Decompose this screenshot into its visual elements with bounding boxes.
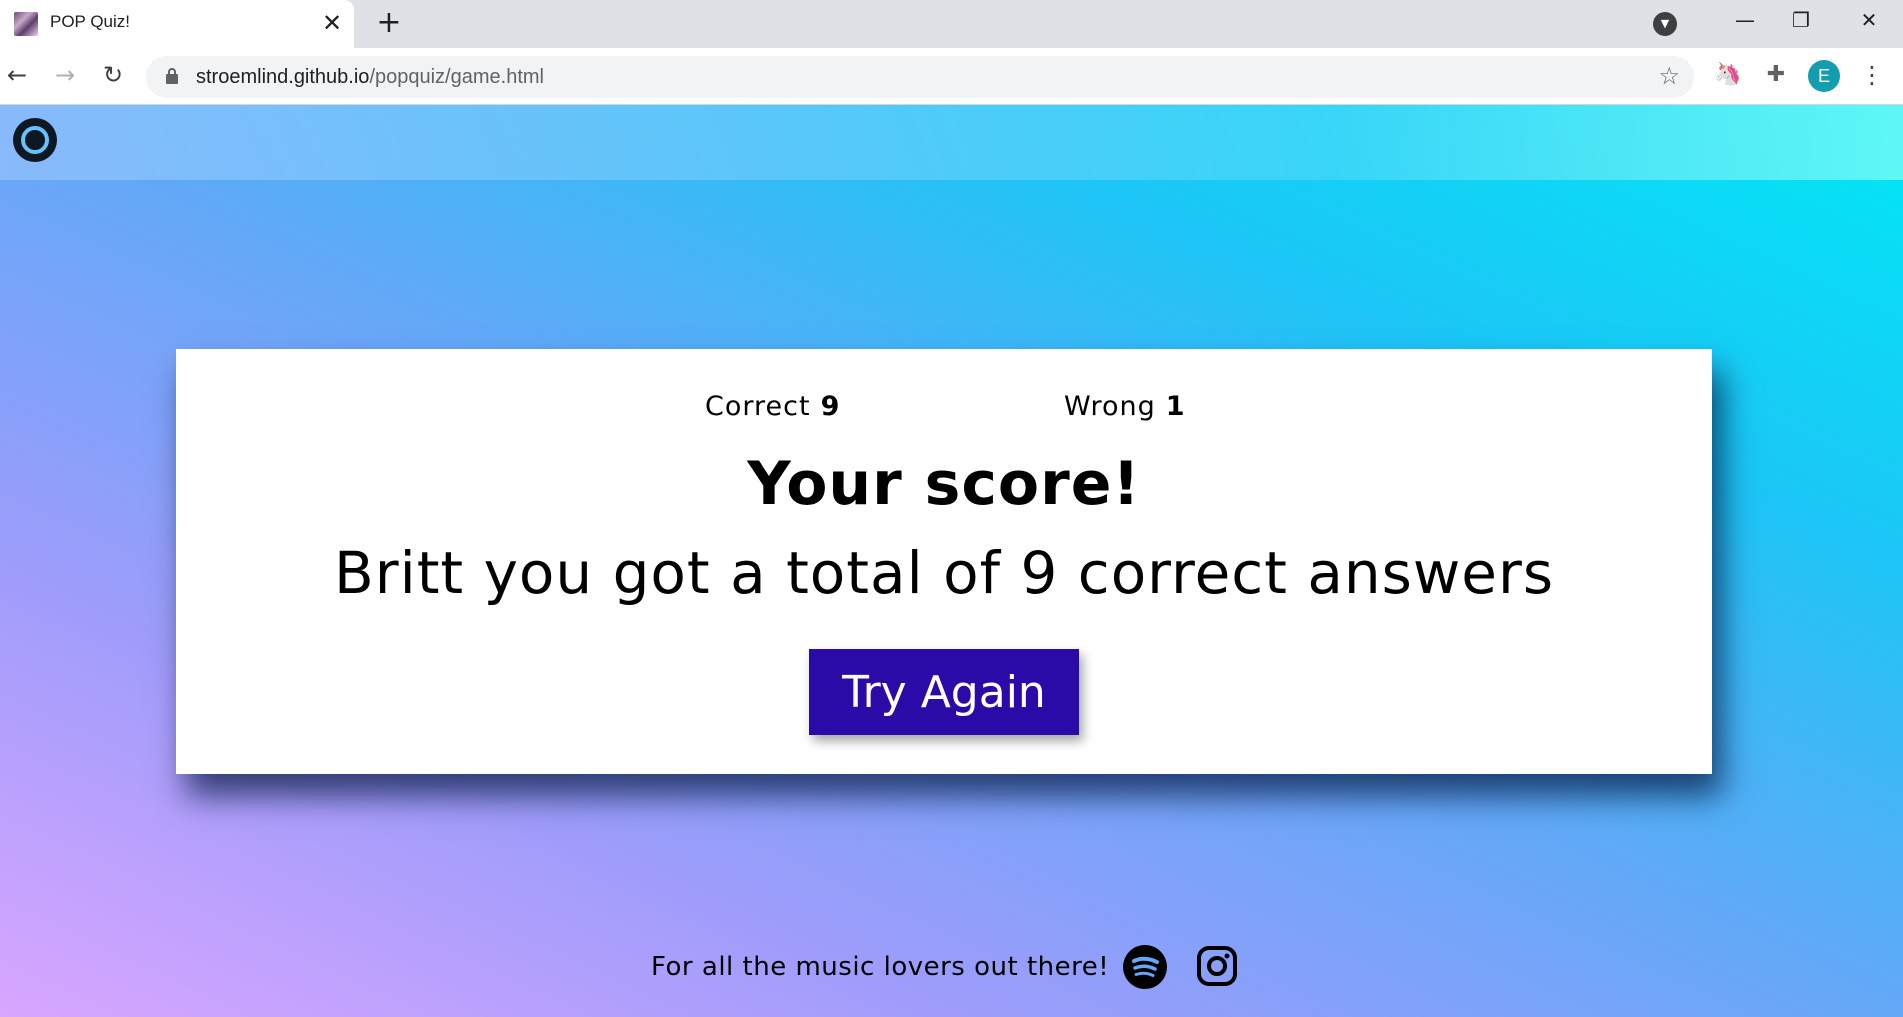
tab-title: POP Quiz!	[50, 12, 130, 31]
reload-button[interactable]: ↻	[96, 58, 130, 92]
close-window-button[interactable]: ✕	[1838, 0, 1900, 40]
score-message: Britt you got a total of 9 correct answe…	[333, 539, 1555, 607]
url-host: stroemlind.github.io	[196, 66, 370, 88]
correct-label: Correct	[705, 391, 811, 422]
spotify-icon[interactable]	[1123, 945, 1167, 989]
tab-search-icon[interactable]: ▼	[1653, 12, 1677, 36]
browser-tab-strip: POP Quiz! ✕ + ▼ — ❐ ✕	[0, 0, 1903, 48]
wrong-count: 1	[1165, 391, 1186, 422]
page-footer: For all the music lovers out there!	[0, 940, 1903, 1000]
browser-toolbar: ← → ↻ stroemlind.github.io/popquiz/game.…	[0, 48, 1903, 105]
new-tab-button[interactable]: +	[374, 6, 404, 40]
wrong-stat: Wrong 1	[1064, 391, 1186, 422]
extensions-puzzle-icon[interactable]: ✚	[1760, 59, 1792, 91]
score-card: Correct 9 Wrong 1 Your score! Britt you go…	[176, 349, 1712, 774]
try-again-button[interactable]: Try Again	[809, 649, 1079, 735]
score-heading: Your score!	[747, 449, 1141, 519]
tab-favicon-icon	[14, 12, 38, 36]
instagram-icon[interactable]	[1196, 945, 1238, 987]
correct-stat: Correct 9	[705, 391, 840, 422]
footer-tagline: For all the music lovers out there!	[651, 952, 1110, 982]
site-header	[0, 105, 1903, 180]
bookmark-star-icon[interactable]: ☆	[1658, 62, 1680, 90]
correct-count: 9	[820, 391, 841, 422]
browser-tab[interactable]: POP Quiz! ✕	[0, 0, 354, 48]
profile-avatar[interactable]: E	[1808, 60, 1840, 92]
tab-close-icon[interactable]: ✕	[320, 9, 344, 37]
url-path: /popquiz/game.html	[369, 66, 544, 88]
wrong-label: Wrong	[1064, 391, 1156, 422]
address-bar[interactable]: stroemlind.github.io/popquiz/game.html ☆	[146, 56, 1694, 98]
browser-menu-icon[interactable]: ⋮	[1856, 59, 1888, 91]
page-viewport: Correct 9 Wrong 1 Your score! Britt you go…	[0, 105, 1903, 1017]
unicorn-extension-icon[interactable]: 🦄	[1712, 59, 1744, 91]
lock-icon[interactable]	[166, 68, 178, 84]
back-button[interactable]: ←	[0, 58, 34, 92]
restore-button[interactable]: ❐	[1770, 0, 1832, 40]
url-text[interactable]: stroemlind.github.io/popquiz/game.html	[196, 66, 544, 89]
minimize-button[interactable]: —	[1714, 0, 1776, 40]
vinyl-record-icon[interactable]	[13, 118, 57, 162]
forward-button[interactable]: →	[48, 58, 82, 92]
